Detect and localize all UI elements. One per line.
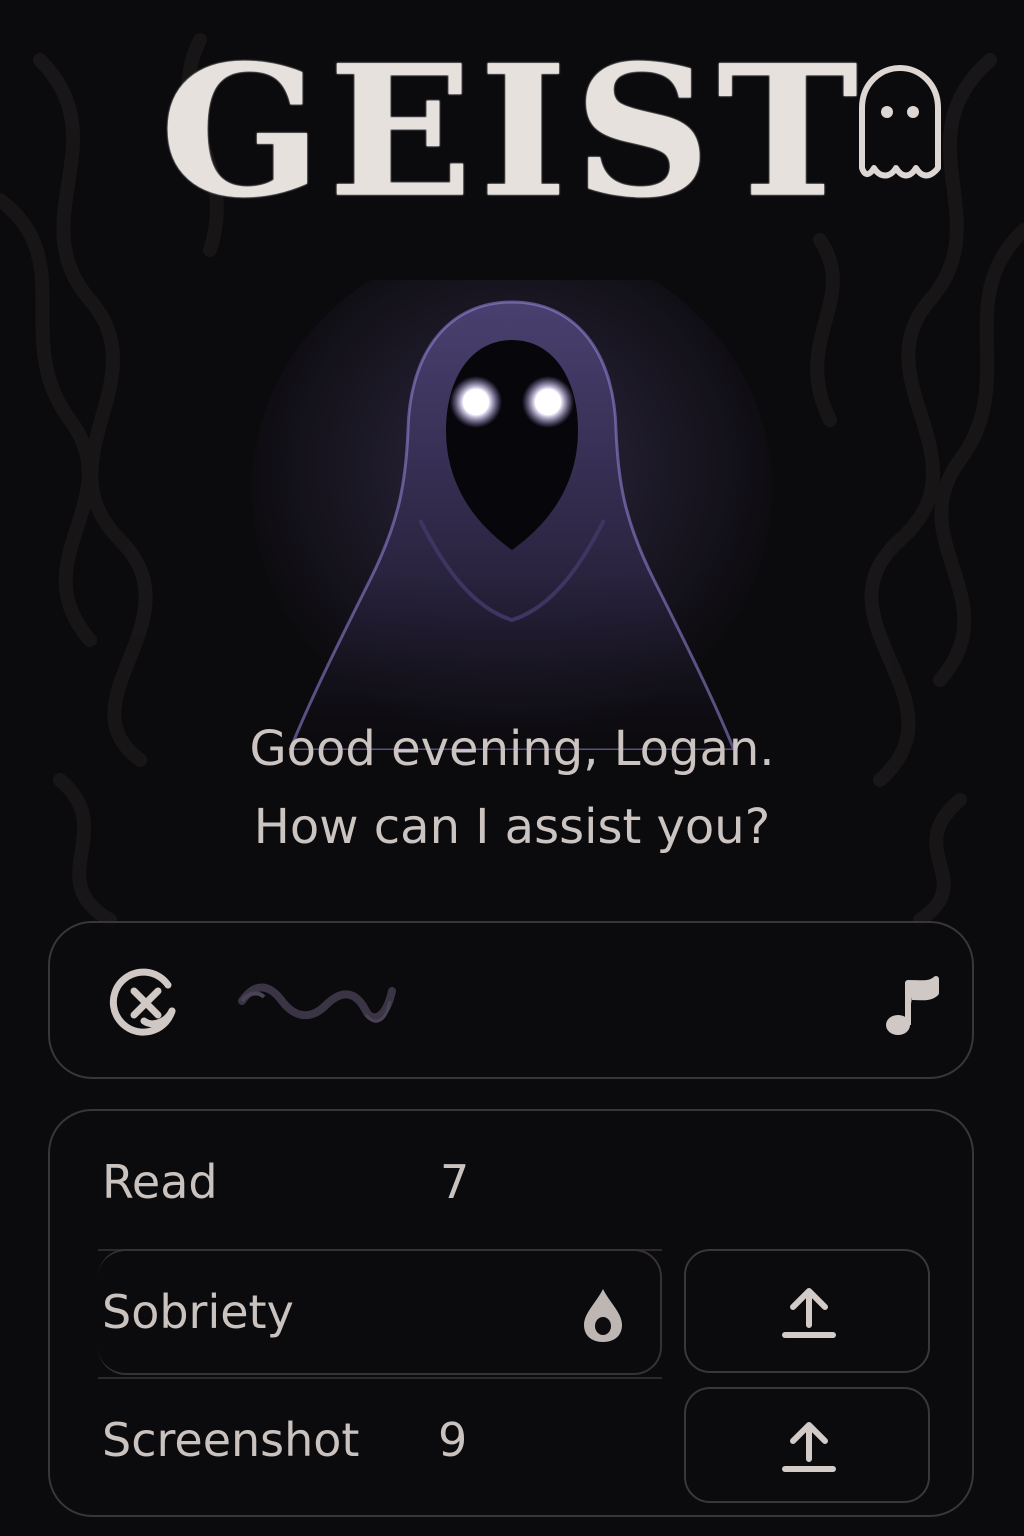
sobriety-upload-button[interactable] [684,1249,930,1373]
read-label: Read [102,1155,218,1209]
cancel-icon[interactable] [106,963,186,1043]
upload-icon [782,1422,836,1472]
greeting-line-2: How can I assist you? [253,799,771,855]
divider [98,1377,662,1379]
screenshot-value: 9 [438,1413,468,1467]
sobriety-label: Sobriety [102,1285,294,1339]
hooded-ghost-illustration [252,280,772,750]
drop-icon [584,1289,622,1342]
stats-panel: Read 7 Sobriety Screenshot 9 [48,1109,974,1517]
screenshot-label: Screenshot [102,1413,360,1467]
greeting-text: Good evening, Logan. How can I assist yo… [0,710,1024,866]
music-note-icon[interactable] [880,973,940,1039]
read-value: 7 [440,1155,470,1209]
screenshot-upload-button[interactable] [684,1387,930,1503]
ghost-icon[interactable] [852,62,948,180]
audio-input-panel [48,921,974,1079]
greeting-line-1: Good evening, Logan. [249,721,775,777]
upload-icon [782,1288,836,1338]
serpent-waveform-icon [238,983,396,1023]
